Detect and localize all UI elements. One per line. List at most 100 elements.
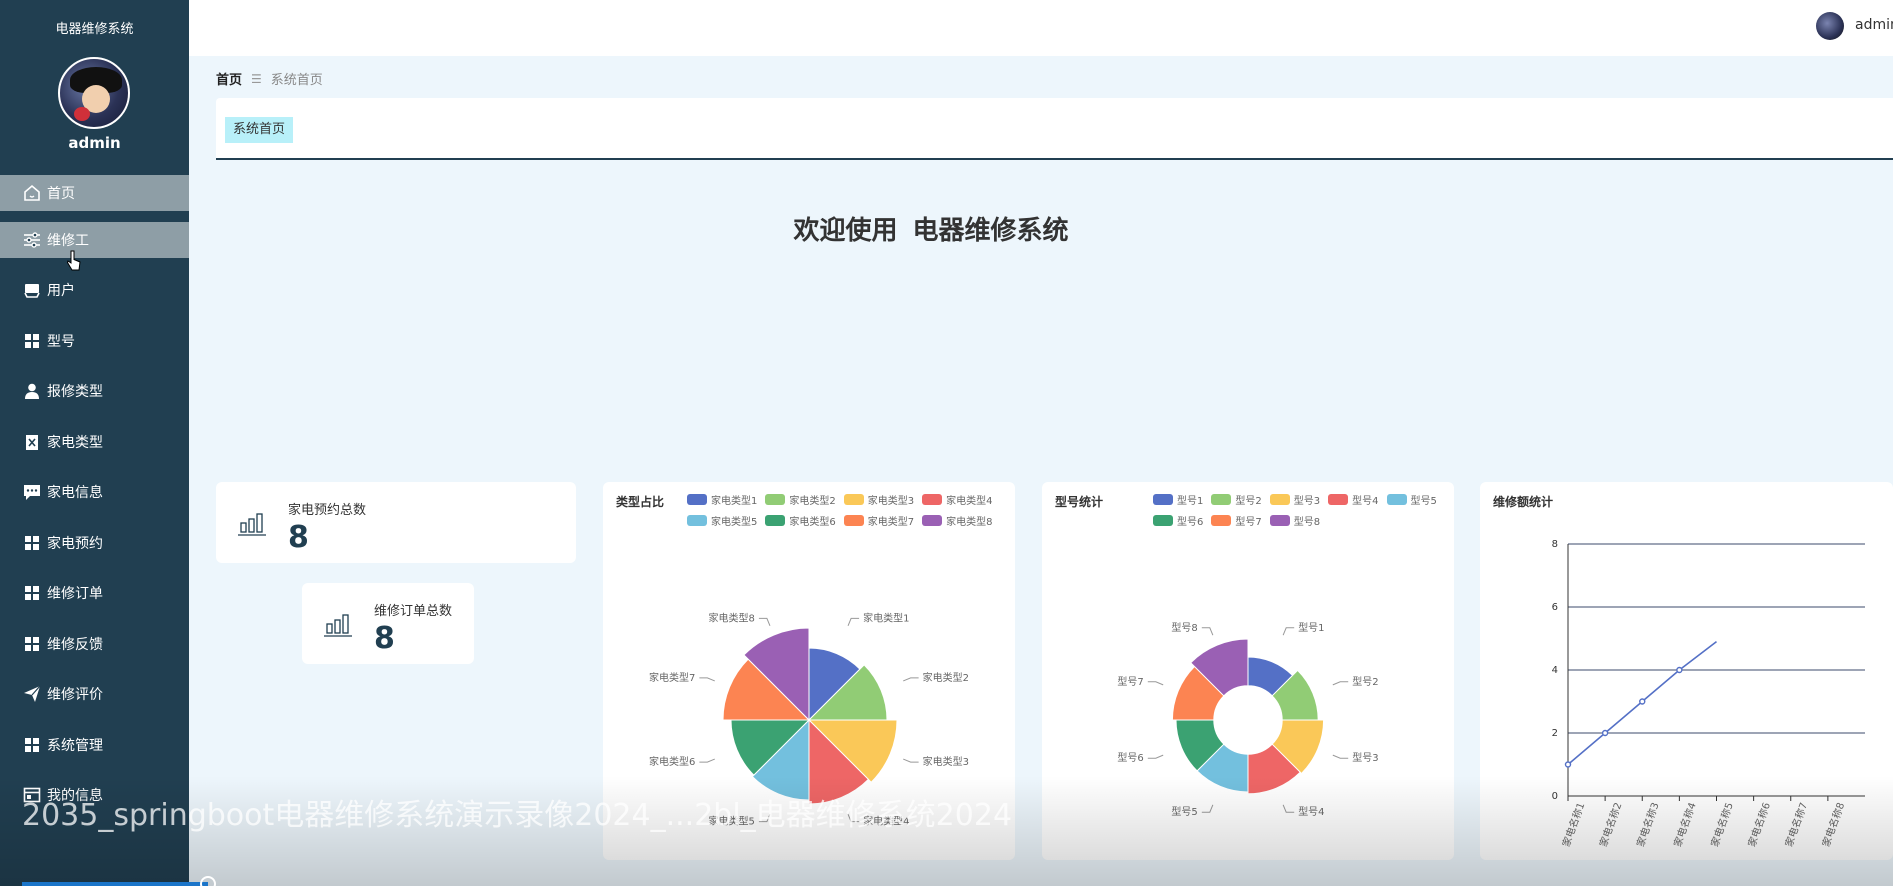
breadcrumb-current: 系统首页 bbox=[270, 73, 323, 88]
y-tick-label: 0 bbox=[1552, 791, 1558, 802]
sidebar-item-label: 维修工 bbox=[47, 232, 89, 249]
sidebar-item-label: 报修类型 bbox=[47, 384, 103, 400]
label-leader-line bbox=[847, 617, 860, 626]
bar-chart-icon bbox=[238, 513, 266, 536]
label-leader-line bbox=[1332, 681, 1349, 686]
stat-label: 维修订单总数 bbox=[374, 604, 453, 619]
sidebar-item-appliance-type[interactable]: 家电类型 bbox=[0, 424, 189, 460]
sidebar-menu: 首页 维修工 用户 型号 报修类型 家电类型 家电信息 家电预约 维修订单 维修… bbox=[0, 175, 189, 828]
x-tick-label: 家电名称3 bbox=[1634, 801, 1662, 849]
label-leader-line bbox=[903, 758, 919, 763]
data-point[interactable] bbox=[1564, 761, 1572, 768]
grid-icon bbox=[22, 635, 42, 653]
sidebar-item-label: 用户 bbox=[47, 283, 75, 299]
grid-icon bbox=[22, 736, 42, 754]
sliders-icon bbox=[22, 231, 42, 249]
top-bar bbox=[189, 0, 1893, 56]
sidebar-item-label: 系统管理 bbox=[47, 737, 103, 754]
slice-label: 家电类型8 bbox=[709, 611, 755, 624]
label-leader-line bbox=[758, 617, 771, 626]
label-leader-line bbox=[903, 677, 919, 682]
x-tick-label: 家电名称5 bbox=[1708, 801, 1736, 849]
tab-home[interactable]: 系统首页 bbox=[225, 117, 294, 143]
grid-icon bbox=[22, 534, 42, 552]
welcome-system-name: 电器维修系统 bbox=[912, 216, 1069, 246]
welcome-prefix: 欢迎使用 bbox=[793, 216, 898, 246]
data-point[interactable] bbox=[1639, 698, 1646, 705]
sidebar-item-appointment[interactable]: 家电预约 bbox=[0, 525, 189, 561]
send-icon bbox=[22, 685, 42, 703]
home-icon bbox=[22, 184, 42, 202]
slice-label: 型号2 bbox=[1352, 675, 1378, 688]
grid-icon bbox=[22, 332, 42, 350]
breadcrumb-home[interactable]: 首页 bbox=[216, 69, 242, 88]
slice-label: 型号7 bbox=[1117, 675, 1143, 688]
sidebar-item-feedback[interactable]: 维修反馈 bbox=[0, 626, 189, 662]
x-tick-label: 家电名称7 bbox=[1782, 801, 1810, 849]
sidebar-item-label: 维修订单 bbox=[47, 586, 103, 602]
line-chart: 0 2 4 6 8 家电名称1 家电名称2 家电名称3 家电名称4 家电名称5 家电名称6 家电名称7… bbox=[1552, 539, 1865, 849]
sidebar-item-label: 家电信息 bbox=[47, 485, 103, 501]
top-username[interactable]: admin bbox=[1855, 17, 1893, 33]
sidebar-item-label: 首页 bbox=[47, 186, 75, 202]
sidebar-username: admin bbox=[68, 134, 121, 152]
sidebar-item-review[interactable]: 维修评价 bbox=[0, 676, 189, 712]
chat-icon bbox=[22, 483, 42, 501]
x-tick-label: 家电名称6 bbox=[1745, 801, 1773, 849]
label-leader-line bbox=[1201, 804, 1214, 813]
y-tick-label: 8 bbox=[1552, 539, 1558, 550]
repair-amount-chart: 维修额统计 0 2 4 6 8 家电名称1 家电名称2 家电名称3 家电名称4 家电名称5 家电名称… bbox=[1480, 482, 1893, 860]
slice-label: 型号6 bbox=[1117, 751, 1143, 764]
sidebar-item-repair-type[interactable]: 报修类型 bbox=[0, 373, 189, 409]
sidebar-item-repair-order[interactable]: 维修订单 bbox=[0, 575, 189, 611]
y-tick-label: 6 bbox=[1552, 602, 1558, 613]
slice-label: 型号8 bbox=[1171, 621, 1197, 634]
sidebar-item-label: 家电类型 bbox=[47, 434, 103, 451]
sidebar-item-users[interactable]: 用户 bbox=[0, 272, 189, 308]
video-progress-bar[interactable] bbox=[22, 882, 208, 886]
donut-chart: 型号1 型号2 型号3 型号4 型号5 型号6 型号7 型号8 bbox=[1117, 621, 1378, 818]
label-leader-line bbox=[1147, 754, 1164, 759]
appointment-total-card: 家电预约总数 8 bbox=[216, 482, 576, 563]
welcome-heading: 欢迎使用 电器维修系统 bbox=[189, 210, 1893, 247]
label-leader-line bbox=[1282, 804, 1295, 813]
slice-label: 家电类型7 bbox=[649, 671, 695, 684]
data-point[interactable] bbox=[1676, 666, 1683, 674]
x-tick-label: 家电名称1 bbox=[1559, 801, 1587, 849]
sidebar-item-appliance-info[interactable]: 家电信息 bbox=[0, 474, 189, 510]
slice-label: 型号5 bbox=[1171, 805, 1197, 818]
repair-order-total-card: 维修订单总数 8 bbox=[302, 583, 474, 664]
slice-label: 家电类型1 bbox=[863, 611, 909, 624]
label-leader-line bbox=[1147, 681, 1164, 686]
x-tick-label: 家电名称4 bbox=[1671, 801, 1699, 849]
user-avatar[interactable] bbox=[1816, 12, 1844, 40]
label-leader-line bbox=[1282, 627, 1295, 636]
sidebar-item-label: 家电预约 bbox=[47, 535, 103, 552]
sidebar: 电器维修系统 admin 首页 维修工 用户 型号 报修类型 家电类型 家电信息… bbox=[0, 0, 189, 886]
sidebar-item-home[interactable]: 首页 bbox=[0, 175, 189, 211]
breadcrumb: 首页 ☰ 系统首页 bbox=[216, 69, 323, 89]
inbox-icon bbox=[22, 281, 42, 299]
stat-label: 家电预约总数 bbox=[288, 503, 367, 518]
stat-value: 8 bbox=[288, 520, 309, 555]
video-progress-handle[interactable] bbox=[200, 876, 216, 886]
data-point[interactable] bbox=[1601, 729, 1609, 737]
bar-chart-icon bbox=[324, 614, 352, 637]
sidebar-item-label: 维修评价 bbox=[47, 687, 103, 703]
grid-icon bbox=[22, 584, 42, 602]
sidebar-item-system[interactable]: 系统管理 bbox=[0, 727, 189, 763]
user-icon bbox=[22, 382, 42, 400]
slice-label: 家电类型2 bbox=[923, 671, 969, 684]
x-tick-label: 家电名称8 bbox=[1819, 801, 1847, 849]
mouse-cursor-icon bbox=[67, 250, 81, 271]
avatar[interactable] bbox=[58, 57, 130, 129]
sidebar-item-repairman[interactable]: 维修工 bbox=[0, 221, 189, 258]
model-stats-chart: 型号统计 型号1 型号2 型号3 型号4 型号5 型号6 型号7 型号8 型号1 型号2 型号3 型… bbox=[1042, 482, 1454, 860]
sidebar-item-model[interactable]: 型号 bbox=[0, 323, 189, 359]
video-watermark: 2035_springboot电器维修系统演示录像2024_...2bl_电器维… bbox=[22, 798, 1013, 833]
label-leader-line bbox=[1332, 754, 1349, 759]
slice-label: 型号1 bbox=[1298, 621, 1324, 634]
avatar-glove bbox=[74, 107, 90, 121]
x-tick-label: 家电名称2 bbox=[1596, 801, 1624, 849]
label-leader-line bbox=[699, 677, 715, 682]
